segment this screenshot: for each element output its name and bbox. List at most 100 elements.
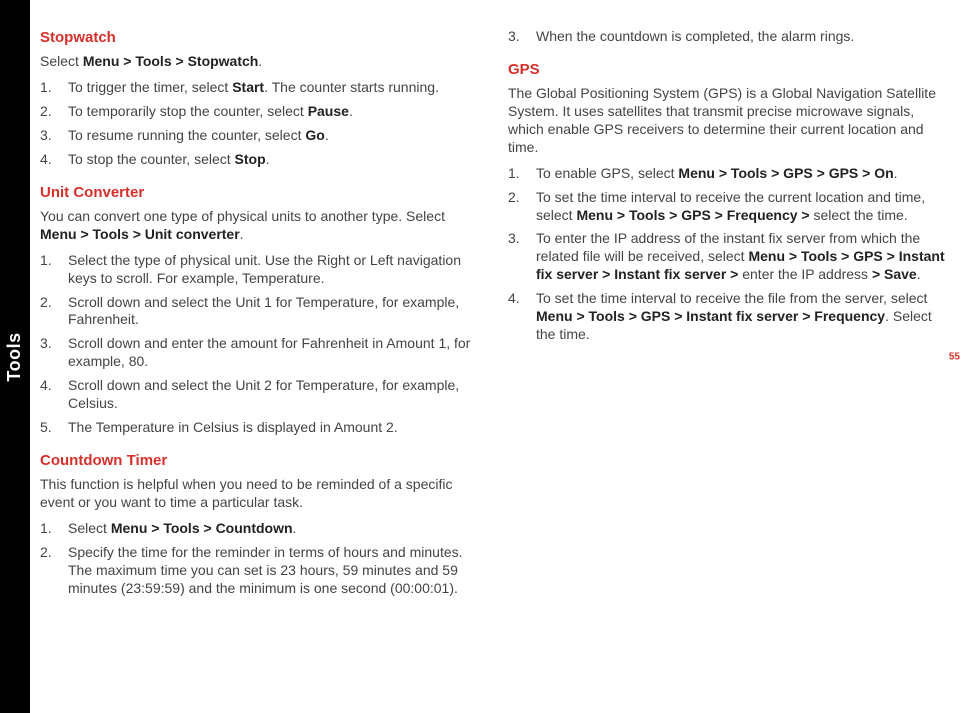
step-text: When the countdown is completed, the ala… — [536, 28, 948, 46]
text: You can convert one type of physical uni… — [40, 208, 445, 224]
text: To temporarily stop the counter, select — [68, 103, 308, 119]
gps-intro: The Global Positioning System (GPS) is a… — [508, 85, 948, 157]
heading-countdown: Countdown Timer — [40, 451, 480, 470]
bold: > Save — [872, 266, 917, 282]
step-text: To set the time interval to receive the … — [536, 189, 948, 225]
side-tab: Tools — [0, 0, 30, 713]
step-num: 1. — [508, 165, 536, 183]
countdown-steps-cont: 3.When the countdown is completed, the a… — [508, 28, 948, 46]
text: enter the IP address — [738, 266, 872, 282]
text: . — [293, 520, 297, 536]
text: . — [258, 53, 262, 69]
menu-path: Menu > Tools > Unit converter — [40, 226, 240, 242]
step-text: To enter the IP address of the instant f… — [536, 230, 948, 284]
step-text: To trigger the timer, select Start. The … — [68, 79, 480, 97]
bold: Start — [232, 79, 264, 95]
step-text: To set the time interval to receive the … — [536, 290, 948, 344]
step-text: To enable GPS, select Menu > Tools > GPS… — [536, 165, 948, 183]
text: . — [894, 165, 898, 181]
step-num: 2. — [40, 103, 68, 121]
stopwatch-intro: Select Menu > Tools > Stopwatch. — [40, 53, 480, 71]
list-item: 2.Scroll down and select the Unit 1 for … — [40, 294, 480, 330]
heading-gps: GPS — [508, 60, 948, 79]
step-num: 5. — [40, 419, 68, 437]
bold: Menu > Tools > GPS > Frequency > — [576, 207, 809, 223]
step-text: To resume running the counter, select Go… — [68, 127, 480, 145]
section-stopwatch: Stopwatch Select Menu > Tools > Stopwatc… — [40, 28, 480, 169]
step-text: Scroll down and select the Unit 2 for Te… — [68, 377, 480, 413]
text: To trigger the timer, select — [68, 79, 232, 95]
text: To resume running the counter, select — [68, 127, 305, 143]
list-item: 4.Scroll down and select the Unit 2 for … — [40, 377, 480, 413]
step-num: 3. — [40, 335, 68, 371]
stopwatch-steps: 1.To trigger the timer, select Start. Th… — [40, 79, 480, 169]
section-countdown: Countdown Timer This function is helpful… — [40, 451, 480, 598]
step-num: 3. — [508, 28, 536, 46]
countdown-steps: 1.Select Menu > Tools > Countdown. 2.Spe… — [40, 520, 480, 598]
list-item: 2.To temporarily stop the counter, selec… — [40, 103, 480, 121]
step-text: To temporarily stop the counter, select … — [68, 103, 480, 121]
step-text: Select the type of physical unit. Use th… — [68, 252, 480, 288]
text: To set the time interval to receive the … — [536, 290, 927, 306]
text: . — [240, 226, 244, 242]
bold: Pause — [308, 103, 349, 119]
step-num: 2. — [40, 294, 68, 330]
text: Select — [68, 520, 111, 536]
step-num: 3. — [508, 230, 536, 284]
menu-path: Menu > Tools > Stopwatch — [83, 53, 259, 69]
bold: Go — [305, 127, 324, 143]
text: . — [349, 103, 353, 119]
list-item: 2.Specify the time for the reminder in t… — [40, 544, 480, 598]
text: To stop the counter, select — [68, 151, 235, 167]
list-item: 4.To set the time interval to receive th… — [508, 290, 948, 344]
gps-steps: 1.To enable GPS, select Menu > Tools > G… — [508, 165, 948, 344]
text: To enable GPS, select — [536, 165, 678, 181]
list-item: 3.To resume running the counter, select … — [40, 127, 480, 145]
step-text: The Temperature in Celsius is displayed … — [68, 419, 480, 437]
text: . — [917, 266, 921, 282]
bold: Menu > Tools > Countdown — [111, 520, 293, 536]
tab-label: Tools — [4, 332, 25, 381]
list-item: 1.Select Menu > Tools > Countdown. — [40, 520, 480, 538]
list-item: 1.Select the type of physical unit. Use … — [40, 252, 480, 288]
step-num: 1. — [40, 520, 68, 538]
list-item: 4.To stop the counter, select Stop. — [40, 151, 480, 169]
step-num: 4. — [40, 151, 68, 169]
step-num: 1. — [40, 79, 68, 97]
list-item: 1.To trigger the timer, select Start. Th… — [40, 79, 480, 97]
countdown-intro: This function is helpful when you need t… — [40, 476, 480, 512]
step-text: Scroll down and enter the amount for Fah… — [68, 335, 480, 371]
step-text: To stop the counter, select Stop. — [68, 151, 480, 169]
bold: Menu > Tools > GPS > Instant fix server … — [536, 308, 885, 324]
heading-stopwatch: Stopwatch — [40, 28, 480, 47]
step-num: 2. — [508, 189, 536, 225]
step-num: 4. — [40, 377, 68, 413]
text: select the time. — [810, 207, 908, 223]
bold: Stop — [235, 151, 266, 167]
list-item: 2.To set the time interval to receive th… — [508, 189, 948, 225]
list-item: 3.Scroll down and enter the amount for F… — [40, 335, 480, 371]
list-item: 3.To enter the IP address of the instant… — [508, 230, 948, 284]
text: . — [325, 127, 329, 143]
step-num: 4. — [508, 290, 536, 344]
list-item: 1.To enable GPS, select Menu > Tools > G… — [508, 165, 948, 183]
step-num: 2. — [40, 544, 68, 598]
section-unit-converter: Unit Converter You can convert one type … — [40, 183, 480, 437]
bold: Menu > Tools > GPS > GPS > On — [678, 165, 893, 181]
step-text: Scroll down and select the Unit 1 for Te… — [68, 294, 480, 330]
step-num: 3. — [40, 127, 68, 145]
left-column: Stopwatch Select Menu > Tools > Stopwatc… — [40, 28, 480, 693]
page-number: 55 — [949, 351, 960, 362]
section-gps: GPS The Global Positioning System (GPS) … — [508, 60, 948, 344]
heading-unit-converter: Unit Converter — [40, 183, 480, 202]
right-column: 3.When the countdown is completed, the a… — [508, 28, 948, 693]
text: . The counter starts running. — [264, 79, 439, 95]
step-text: Select Menu > Tools > Countdown. — [68, 520, 480, 538]
unit-intro: You can convert one type of physical uni… — [40, 208, 480, 244]
step-num: 1. — [40, 252, 68, 288]
unit-steps: 1.Select the type of physical unit. Use … — [40, 252, 480, 437]
text: Select — [40, 53, 83, 69]
list-item: 3.When the countdown is completed, the a… — [508, 28, 948, 46]
list-item: 5.The Temperature in Celsius is displaye… — [40, 419, 480, 437]
page-content: Stopwatch Select Menu > Tools > Stopwatc… — [40, 28, 948, 693]
